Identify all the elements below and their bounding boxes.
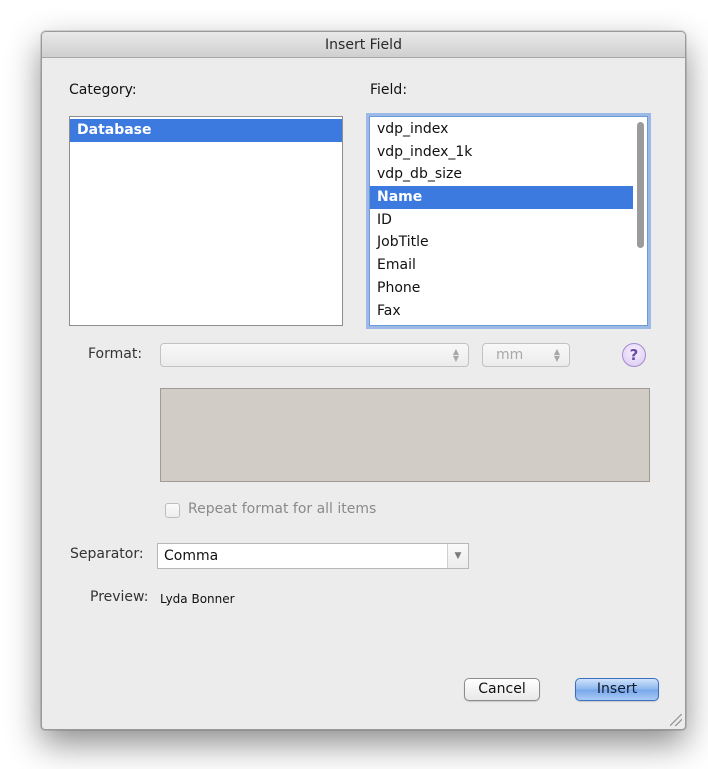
- preview-label: Preview:: [90, 589, 149, 605]
- separator-value[interactable]: Comma: [158, 548, 218, 564]
- category-list[interactable]: Database: [69, 116, 343, 326]
- separator-combobox[interactable]: Comma ▼: [157, 543, 469, 569]
- separator-label: Separator:: [70, 546, 144, 562]
- field-item[interactable]: vdp_index_1k: [370, 141, 633, 164]
- field-item[interactable]: JobTitle: [370, 231, 633, 254]
- unit-popup[interactable]: mm ▲ ▼: [482, 343, 570, 367]
- field-item[interactable]: Fax: [370, 300, 633, 323]
- format-label: Format:: [88, 346, 143, 362]
- preview-value: Lyda Bonner: [160, 592, 235, 606]
- dialog-title: Insert Field: [42, 32, 685, 58]
- format-preview-well: [160, 388, 650, 482]
- cancel-button[interactable]: Cancel: [464, 678, 540, 701]
- field-item[interactable]: Phone: [370, 277, 633, 300]
- chevron-down-icon[interactable]: ▼: [447, 544, 468, 568]
- repeat-format-checkbox[interactable]: [165, 503, 180, 518]
- field-label: Field:: [370, 82, 408, 98]
- field-item[interactable]: vdp_db_size: [370, 163, 633, 186]
- format-popup[interactable]: ▲ ▼: [160, 343, 469, 367]
- field-item[interactable]: ID: [370, 209, 633, 232]
- field-item[interactable]: Name: [370, 186, 633, 209]
- resize-grip-icon[interactable]: [670, 714, 682, 726]
- format-value: [161, 347, 169, 363]
- screen: Insert Field Category: Field: Database v…: [0, 0, 708, 769]
- category-item[interactable]: Database: [70, 119, 342, 142]
- help-icon[interactable]: ?: [622, 343, 646, 367]
- up-down-arrows-icon: ▲ ▼: [553, 347, 561, 363]
- field-item[interactable]: Email: [370, 254, 633, 277]
- unit-value: mm: [496, 347, 524, 363]
- insert-button[interactable]: Insert: [575, 678, 659, 701]
- field-list[interactable]: vdp_index vdp_index_1k vdp_db_size Name ID Jo…: [369, 116, 648, 326]
- field-list-scrollbar[interactable]: [636, 120, 645, 325]
- scrollbar-thumb[interactable]: [637, 122, 644, 248]
- repeat-format-label: Repeat format for all items: [188, 501, 377, 517]
- up-down-arrows-icon: ▲ ▼: [452, 347, 460, 363]
- insert-field-dialog: Insert Field Category: Field: Database v…: [41, 31, 686, 730]
- category-label: Category:: [69, 82, 137, 98]
- field-item[interactable]: vdp_index: [370, 118, 633, 141]
